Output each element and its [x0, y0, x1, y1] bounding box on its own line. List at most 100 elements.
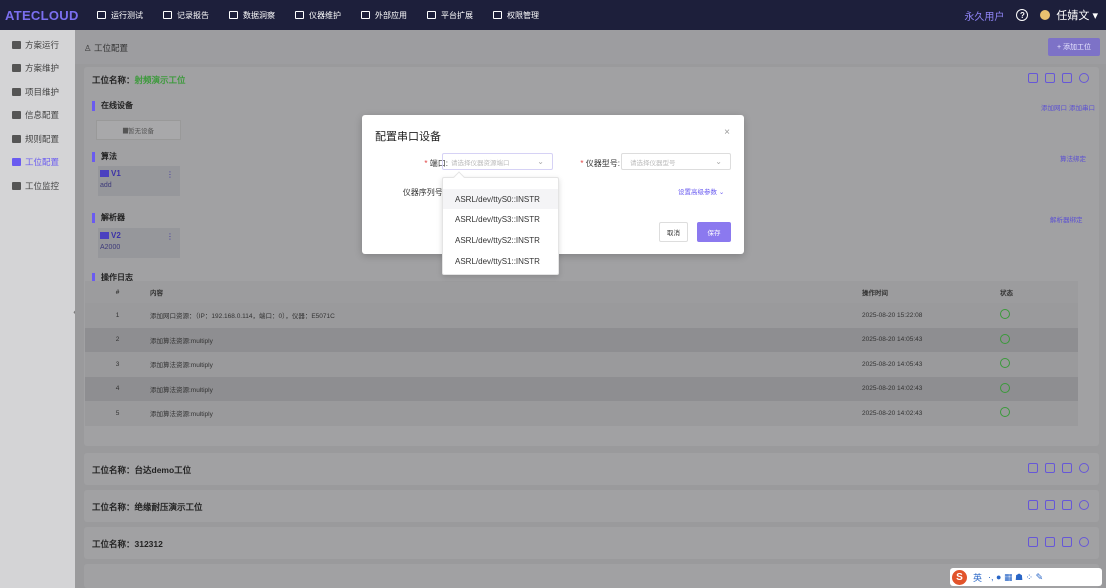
users-icon — [493, 11, 502, 19]
success-icon — [1000, 358, 1010, 369]
copy-icon[interactable] — [1045, 463, 1055, 473]
clipboard-icon[interactable] — [1062, 500, 1072, 510]
operation-log-table: # 内容 操作时间 状态 1 添加网口资源：（IP：192.168.0.114，… — [85, 281, 1078, 426]
port-label: * 端口: — [424, 159, 448, 168]
info-icon — [12, 111, 21, 120]
nav-insights[interactable]: 数据洞察 — [229, 10, 275, 21]
rule-icon — [12, 134, 21, 143]
monitor-icon — [97, 11, 106, 19]
main-nav: 运行测试 记录报告 数据洞察 仪器维护 外部应用 平台扩展 权限管理 — [85, 10, 547, 21]
port-dropdown-menu: ASRL/dev/ttyS0::INSTR ASRL/dev/ttyS3::IN… — [442, 171, 559, 275]
table-row: 3 添加算法资源:multiply 2025-08-20 14:05:43 — [85, 352, 1078, 377]
add-network-port-link[interactable]: 添加网口 — [1041, 102, 1067, 112]
port-option[interactable]: ASRL/dev/ttyS0::INSTR — [443, 189, 558, 209]
station-actions — [1021, 73, 1089, 83]
edit-icon[interactable] — [1028, 537, 1038, 547]
sidebar-item-scheme-run[interactable]: 方案运行 — [0, 33, 75, 57]
more-icon[interactable]: ⋮ — [166, 170, 174, 179]
table-row: 5 添加算法资源:multiply 2025-08-20 14:02:43 — [85, 401, 1078, 426]
close-icon[interactable]: × — [724, 127, 730, 138]
sidebar-item-info[interactable]: 信息配置 — [0, 104, 75, 128]
app-logo[interactable]: ATECLOUD — [5, 8, 85, 23]
top-navbar: ATECLOUD 运行测试 记录报告 数据洞察 仪器维护 外部应用 平台扩展 权… — [0, 0, 1106, 30]
station-card-partial — [84, 564, 1099, 588]
ime-tools-icon[interactable]: ·, ● ▦ ☗ ⁘ ✎ — [988, 572, 1043, 583]
expand-icon[interactable] — [1079, 500, 1089, 510]
chevron-down-icon: ▾ — [1092, 10, 1098, 22]
success-icon — [1000, 407, 1010, 418]
sidebar-item-station-monitor[interactable]: 工位监控 — [0, 174, 75, 198]
sidebar-item-project[interactable]: 项目维护 — [0, 80, 75, 104]
bind-algorithm-link[interactable]: 算法绑定 — [1060, 153, 1086, 163]
clipboard-icon[interactable] — [1062, 463, 1072, 473]
model-select[interactable]: 请选择仪器型号 ⌄ — [621, 153, 731, 170]
avatar[interactable] — [1040, 10, 1051, 20]
nav-extensions[interactable]: 平台扩展 — [427, 10, 473, 21]
nav-external-apps[interactable]: 外部应用 — [361, 10, 407, 21]
page-header: ♙ 工位配置 + 添加工位 — [75, 30, 1106, 64]
nav-instruments[interactable]: 仪器维护 — [295, 10, 341, 21]
port-option[interactable]: ASRL/dev/ttyS2::INSTR — [443, 230, 558, 250]
serial-label: 仪器序列号: — [402, 188, 445, 197]
user-name[interactable]: 任婧文 ▾ — [1056, 7, 1098, 23]
copy-icon[interactable] — [1045, 73, 1055, 83]
bind-parser-link[interactable]: 解析器绑定 — [1050, 214, 1083, 224]
document-icon — [163, 11, 172, 19]
algorithm-item[interactable]: V1 add ⋮ — [98, 166, 180, 196]
more-icon[interactable]: ⋮ — [166, 232, 174, 241]
table-row: 2 添加算法资源:multiply 2025-08-20 14:05:43 — [85, 327, 1078, 352]
nav-run-test[interactable]: 运行测试 — [97, 10, 143, 21]
chart-icon — [229, 11, 238, 19]
save-button[interactable]: 保存 — [697, 222, 731, 242]
edit-icon[interactable] — [1028, 500, 1038, 510]
ime-language[interactable]: 英 — [973, 571, 982, 584]
edit-icon[interactable] — [1028, 463, 1038, 473]
clipboard-icon[interactable] — [1062, 537, 1072, 547]
algorithm-version: V1 — [100, 169, 121, 178]
nav-records[interactable]: 记录报告 — [163, 10, 209, 21]
document-icon — [12, 87, 21, 96]
sidebar-item-rules[interactable]: 规则配置 — [0, 127, 75, 151]
copy-icon[interactable] — [1045, 537, 1055, 547]
breadcrumb: ♙ 工位配置 — [84, 43, 128, 53]
table-row: 4 添加算法资源:multiply 2025-08-20 14:02:43 — [85, 376, 1078, 401]
copy-icon[interactable] — [1045, 500, 1055, 510]
sogou-logo-icon: S — [952, 569, 967, 585]
sidebar-item-scheme-maintain[interactable]: 方案维护 — [0, 57, 75, 81]
port-select[interactable]: 请选择仪器资源端口 ⌄ — [442, 153, 553, 170]
add-serial-port-link[interactable]: 添加串口 — [1069, 102, 1095, 112]
nav-permissions[interactable]: 权限管理 — [493, 10, 539, 21]
edit-icon[interactable] — [1028, 73, 1038, 83]
port-option[interactable]: ASRL/dev/ttyS1::INSTR — [443, 251, 558, 271]
sidebar-item-station-config[interactable]: 工位配置 — [0, 151, 75, 175]
user-type-label: 永久用户 — [964, 11, 1005, 23]
station-card-collapsed[interactable]: 工位名称：台达demo工位 — [84, 453, 1099, 485]
clipboard-icon[interactable] — [1062, 73, 1072, 83]
expand-icon[interactable] — [1079, 463, 1089, 473]
add-station-button[interactable]: + 添加工位 — [1048, 38, 1100, 56]
table-row: 1 添加网口资源：（IP：192.168.0.114，端口：0），仪器：E507… — [85, 303, 1078, 328]
cancel-button[interactable]: 取消 — [659, 222, 688, 242]
success-icon — [1000, 382, 1010, 393]
station-card-collapsed[interactable]: 工位名称：绝缘耐压演示工位 — [84, 490, 1099, 522]
expand-icon[interactable] — [1079, 537, 1089, 547]
main-content: ♙ 工位配置 + 添加工位 工位名称：射频演示工位 在线设备 添加网口 添加串口… — [75, 30, 1106, 588]
algorithm-name: add — [100, 182, 112, 189]
parser-item[interactable]: V2 A2000 ⋮ — [98, 228, 180, 258]
parser-version: V2 — [100, 231, 121, 240]
grid-icon — [361, 11, 370, 19]
advanced-settings-link[interactable]: 设置高级参数 ⌄ — [678, 186, 724, 196]
chevron-down-icon: ⌄ — [718, 189, 725, 196]
folder-icon — [12, 40, 21, 49]
help-icon[interactable]: ? — [1016, 9, 1029, 21]
algorithm-icon — [100, 170, 109, 177]
monitor-icon — [12, 181, 21, 190]
chevron-down-icon: ⌄ — [715, 157, 722, 166]
ime-toolbar[interactable]: S 英 ·, ● ▦ ☗ ⁘ ✎ — [950, 568, 1102, 586]
collapse-icon[interactable] — [1079, 73, 1089, 83]
parser-icon — [100, 232, 109, 239]
station-card-collapsed[interactable]: 工位名称：312312 — [84, 527, 1099, 559]
port-option[interactable]: ASRL/dev/ttyS3::INSTR — [443, 209, 558, 229]
station-icon — [12, 158, 21, 167]
instrument-icon — [295, 11, 304, 19]
